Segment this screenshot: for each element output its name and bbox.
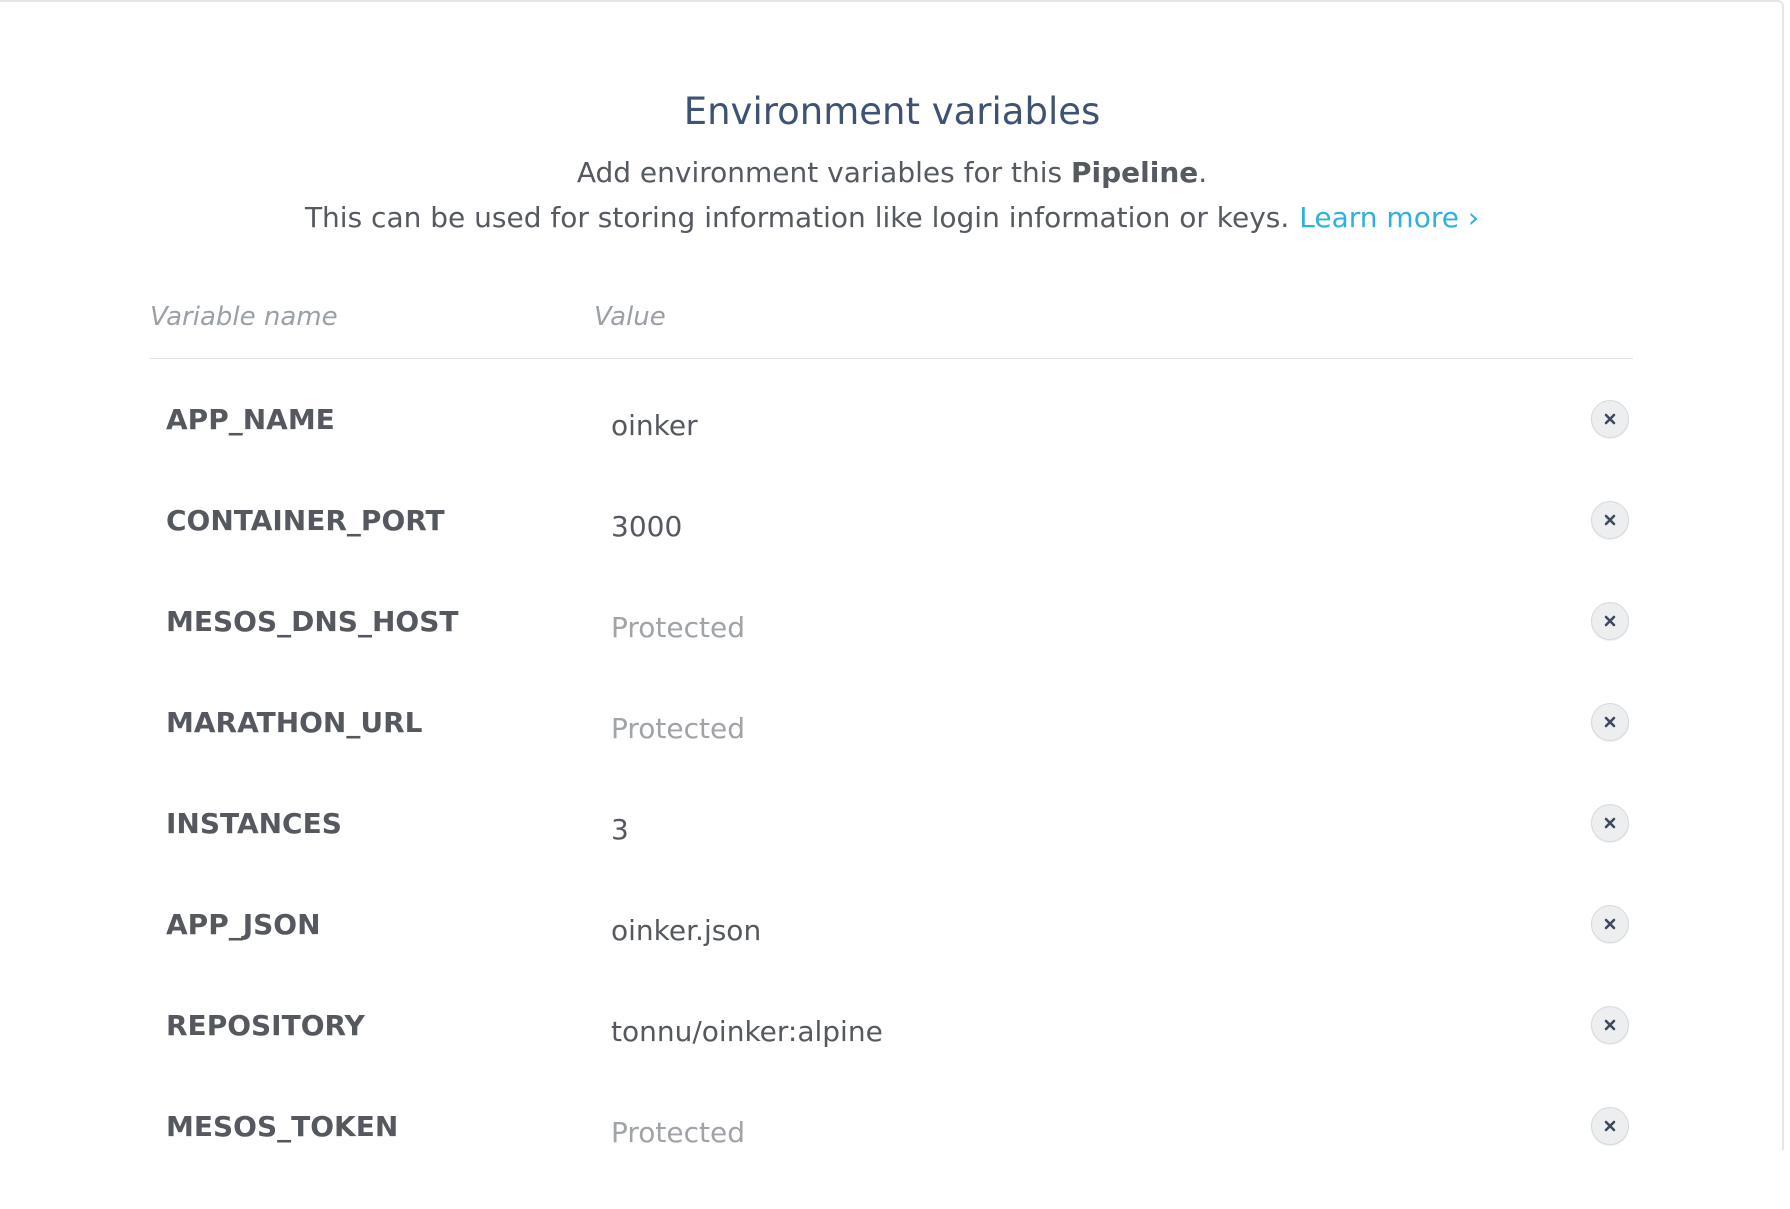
table-row: CONTAINER_PORT 3000 xyxy=(150,501,1634,603)
close-icon xyxy=(1604,716,1616,728)
variable-name: CONTAINER_PORT xyxy=(166,504,445,537)
table-row: APP_NAME oinker xyxy=(150,400,1634,502)
remove-variable-button[interactable] xyxy=(1591,501,1629,539)
remove-variable-button[interactable] xyxy=(1591,1006,1629,1044)
variable-name: APP_JSON xyxy=(166,908,321,941)
description-line-2: This can be used for storing information… xyxy=(0,200,1784,236)
variable-name: APP_NAME xyxy=(166,403,335,436)
table-row: REPOSITORY tonnu/oinker:alpine xyxy=(150,1006,1634,1108)
pipeline-label: Pipeline xyxy=(1070,156,1199,189)
remove-variable-button[interactable] xyxy=(1591,400,1629,438)
description-prefix: Add environment variables for this xyxy=(576,156,1071,189)
remove-variable-button[interactable] xyxy=(1591,602,1629,640)
variable-value: oinker.json xyxy=(611,914,762,947)
close-icon xyxy=(1604,514,1616,526)
close-icon xyxy=(1604,918,1616,930)
remove-variable-button[interactable] xyxy=(1591,804,1629,842)
page-title: Environment variables xyxy=(683,90,1101,133)
remove-variable-button[interactable] xyxy=(1591,703,1629,741)
variable-value: oinker xyxy=(611,409,698,442)
table-row: APP_JSON oinker.json xyxy=(150,905,1634,1007)
variable-value-protected: Protected xyxy=(611,611,745,644)
close-icon xyxy=(1604,1019,1616,1031)
variable-name: MESOS_DNS_HOST xyxy=(166,605,459,638)
variable-name: MARATHON_URL xyxy=(166,706,423,739)
description-text: This can be used for storing information… xyxy=(304,201,1290,234)
column-header-variable-name: Variable name xyxy=(150,302,338,332)
environment-variables-panel: Environment variables Add environment va… xyxy=(0,0,1784,1150)
table-divider xyxy=(150,358,1633,359)
close-icon xyxy=(1604,413,1616,425)
learn-more-link[interactable]: Learn more › xyxy=(1299,201,1479,234)
table-row: INSTANCES 3 xyxy=(150,804,1634,906)
variable-value-protected: Protected xyxy=(611,712,745,745)
remove-variable-button[interactable] xyxy=(1591,1107,1629,1145)
table-row: MESOS_DNS_HOST Protected xyxy=(150,602,1634,704)
variable-name: INSTANCES xyxy=(166,807,342,840)
variable-name: REPOSITORY xyxy=(166,1009,365,1042)
variable-value: 3 xyxy=(611,813,629,846)
variable-value: tonnu/oinker:alpine xyxy=(611,1015,883,1048)
close-icon xyxy=(1604,1120,1616,1132)
remove-variable-button[interactable] xyxy=(1591,905,1629,943)
close-icon xyxy=(1604,817,1616,829)
description-line-1: Add environment variables for this Pipel… xyxy=(0,155,1784,191)
table-row: MESOS_TOKEN Protected xyxy=(150,1107,1634,1209)
variable-value: 3000 xyxy=(611,510,683,543)
description-suffix: . xyxy=(1198,156,1208,189)
table-row: MARATHON_URL Protected xyxy=(150,703,1634,805)
variable-value-protected: Protected xyxy=(611,1116,745,1149)
column-header-value: Value xyxy=(594,302,666,332)
variable-name: MESOS_TOKEN xyxy=(166,1110,399,1143)
close-icon xyxy=(1604,615,1616,627)
